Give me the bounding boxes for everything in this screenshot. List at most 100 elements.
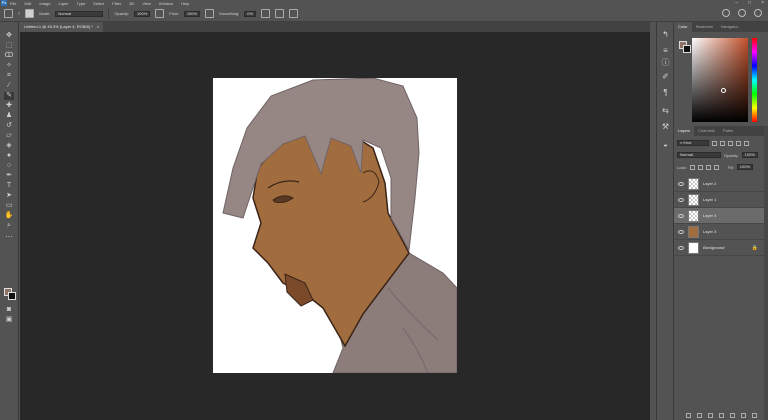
menu-3d[interactable]: 3D: [129, 1, 134, 6]
pen-tool-icon[interactable]: ✒: [4, 172, 14, 180]
tab-color[interactable]: Color: [674, 22, 692, 32]
visibility-eye-icon[interactable]: [678, 245, 684, 250]
visibility-eye-icon[interactable]: [678, 197, 684, 202]
paragraph-icon[interactable]: ¶: [661, 88, 670, 97]
filter-type-icon[interactable]: [728, 140, 733, 146]
healing-brush-tool-icon[interactable]: ✚: [4, 102, 14, 110]
color-picker-field[interactable]: [692, 38, 748, 122]
background-color-swatch[interactable]: [8, 292, 16, 300]
panel-scrollbar[interactable]: [764, 126, 768, 420]
layer-row[interactable]: Layer 1: [674, 192, 764, 208]
blend-mode-dropdown[interactable]: Normal: [677, 152, 721, 158]
info-icon[interactable]: ⓘ: [661, 58, 670, 67]
menu-edit[interactable]: Edit: [24, 1, 31, 6]
fill-field[interactable]: 100%: [736, 164, 754, 170]
brush-tool-preset-icon[interactable]: [4, 9, 13, 18]
visibility-eye-icon[interactable]: [678, 181, 684, 186]
share-icon[interactable]: [754, 9, 762, 17]
layer-row-background[interactable]: Background 🔒: [674, 240, 764, 256]
airbrush-icon[interactable]: [205, 9, 215, 18]
pressure-opacity-icon[interactable]: [155, 9, 165, 18]
eraser-tool-icon[interactable]: ▱: [4, 132, 14, 140]
edit-toolbar-icon[interactable]: ⋯: [4, 234, 14, 242]
tab-navigator[interactable]: Navigator: [717, 22, 742, 32]
dodge-tool-icon[interactable]: ○: [4, 162, 14, 170]
opacity-field[interactable]: 100%: [134, 10, 151, 17]
visibility-eye-icon[interactable]: [678, 229, 684, 234]
tab-paths[interactable]: Paths: [719, 126, 737, 136]
layer-row[interactable]: Layer 3: [674, 224, 764, 240]
pressure-size-icon[interactable]: [275, 9, 285, 18]
brush-panel-icon[interactable]: [25, 9, 35, 18]
clone-stamp-tool-icon[interactable]: ♟: [4, 112, 14, 120]
visibility-eye-icon[interactable]: [678, 213, 684, 218]
brush-settings-icon[interactable]: ✐: [661, 72, 670, 81]
quick-mask-icon[interactable]: ◙: [4, 306, 14, 314]
new-layer-icon[interactable]: [741, 412, 746, 418]
color-panel-background-swatch[interactable]: [683, 45, 691, 53]
lock-icon[interactable]: 🔒: [752, 245, 758, 251]
marquee-tool-icon[interactable]: ⬚: [4, 42, 14, 50]
layer-row-selected[interactable]: Layer 4: [674, 208, 764, 224]
type-tool-icon[interactable]: T: [4, 182, 14, 190]
adjustment-layer-icon[interactable]: [719, 412, 724, 418]
tab-channels[interactable]: Channels: [694, 126, 719, 136]
lasso-tool-icon[interactable]: ↀ: [4, 52, 14, 60]
filter-pixel-icon[interactable]: [712, 140, 717, 146]
close-tab-icon[interactable]: ×: [97, 24, 99, 29]
color-picker-ring[interactable]: [721, 88, 726, 93]
move-tool-icon[interactable]: ✥: [4, 32, 14, 40]
lock-image-icon[interactable]: [697, 164, 703, 170]
tab-swatches[interactable]: Swatches: [692, 22, 717, 32]
menu-file[interactable]: File: [10, 1, 16, 6]
layer-style-icon[interactable]: [697, 412, 702, 418]
tab-layers[interactable]: Layers: [674, 126, 695, 136]
menu-layer[interactable]: Layer: [58, 1, 68, 6]
crop-tool-icon[interactable]: ⌗: [4, 72, 14, 80]
brush-size-value[interactable]: 7: [18, 11, 20, 16]
tool-presets-icon[interactable]: ⚒: [661, 122, 670, 131]
hue-slider[interactable]: [752, 38, 757, 122]
filter-shape-icon[interactable]: [736, 140, 741, 146]
path-selection-tool-icon[interactable]: ➤: [4, 192, 14, 200]
workspace-icon[interactable]: [738, 9, 746, 17]
search-icon[interactable]: [722, 9, 730, 17]
filter-adjustment-icon[interactable]: [720, 140, 725, 146]
mode-dropdown[interactable]: Normal: [55, 10, 104, 17]
menu-image[interactable]: Image: [39, 1, 50, 6]
flow-field[interactable]: 100%: [183, 10, 201, 17]
eyedropper-tool-icon[interactable]: ⁄: [4, 82, 14, 90]
menu-window[interactable]: Window: [159, 1, 173, 6]
brush-tool-icon[interactable]: ✎: [4, 92, 14, 100]
smoothing-settings-gear-icon[interactable]: [261, 9, 271, 18]
screen-mode-icon[interactable]: ▣: [4, 316, 14, 324]
menu-help[interactable]: Help: [181, 1, 189, 6]
menu-view[interactable]: View: [142, 1, 151, 6]
layer-opacity-field[interactable]: 100%: [741, 152, 758, 158]
paint-bucket-tool-icon[interactable]: ◈: [4, 142, 14, 150]
shape-tool-icon[interactable]: ▭: [4, 202, 14, 210]
history-icon[interactable]: ↰: [661, 30, 670, 39]
layer-row[interactable]: Layer 2: [674, 176, 764, 192]
link-layers-icon[interactable]: [686, 412, 691, 418]
zoom-tool-icon[interactable]: ⌕: [4, 222, 14, 230]
new-group-icon[interactable]: [730, 412, 735, 418]
lock-position-icon[interactable]: [705, 164, 711, 170]
character-icon[interactable]: ◒: [661, 140, 670, 149]
filter-smart-object-icon[interactable]: [744, 140, 749, 146]
canvas-workspace[interactable]: [20, 32, 650, 420]
document-tab[interactable]: Untitled-1 @ 49.3% (Layer 4, RGB/8) * ×: [20, 22, 104, 32]
adjustments-icon[interactable]: ≡: [661, 46, 670, 55]
layer-filter-kind-dropdown[interactable]: ⌕ Kind: [677, 140, 709, 146]
menu-select[interactable]: Select: [93, 1, 104, 6]
delete-layer-icon[interactable]: [752, 412, 757, 418]
menu-filter[interactable]: Filter: [112, 1, 121, 6]
menu-type[interactable]: Type: [77, 1, 86, 6]
add-mask-icon[interactable]: [708, 412, 713, 418]
artboard[interactable]: [213, 78, 457, 373]
hand-tool-icon[interactable]: ✋: [4, 212, 14, 220]
symmetry-icon[interactable]: [289, 9, 299, 18]
smoothing-field[interactable]: 0%: [244, 10, 257, 17]
blur-tool-icon[interactable]: ●: [4, 152, 14, 160]
lock-transparent-icon[interactable]: [689, 164, 695, 170]
